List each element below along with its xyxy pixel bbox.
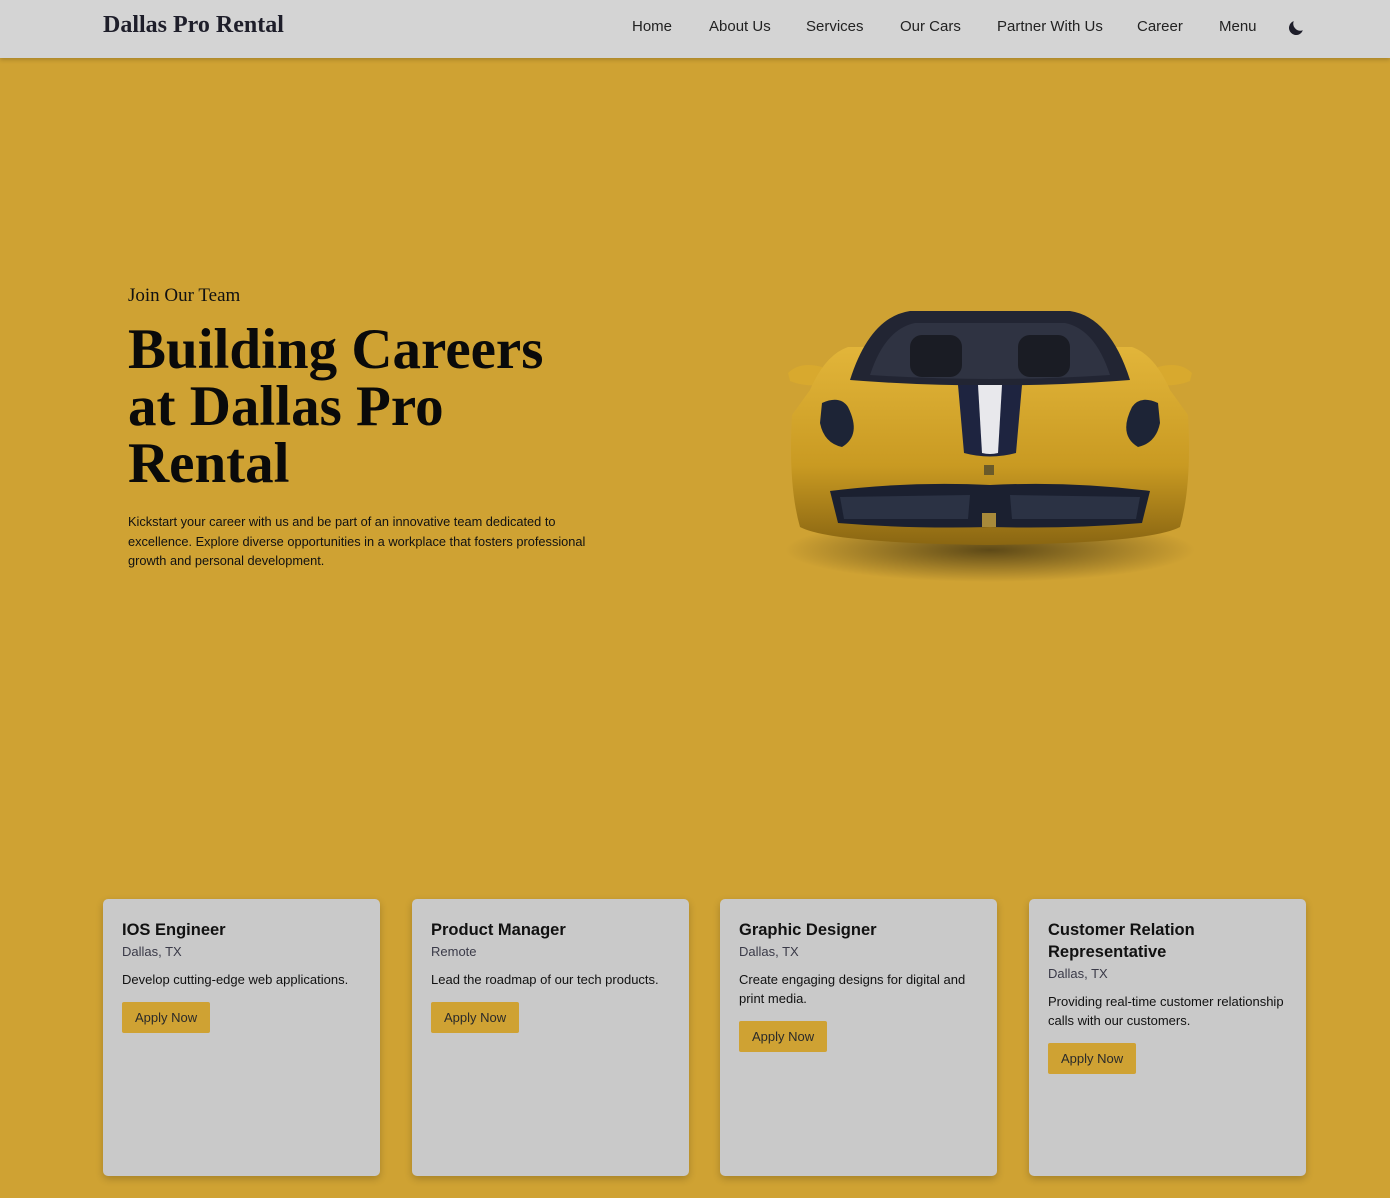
sports-car-image [785,311,1195,582]
nav-link-our-cars[interactable]: Our Cars [900,18,961,35]
apply-now-button[interactable]: Apply Now [739,1021,828,1052]
nav-link-partner-with-us[interactable]: Partner With Us [997,18,1103,35]
job-location: Dallas, TX [122,944,182,959]
job-description: Providing real-time customer relationshi… [1048,994,1284,1028]
job-description: Lead the roadmap of our tech products. [431,972,659,987]
job-title: Customer Relation Representative [1048,921,1195,961]
nav-link-services[interactable]: Services [806,18,864,35]
nav-link-career[interactable]: Career [1137,18,1183,35]
apply-now-button[interactable]: Apply Now [1048,1043,1137,1074]
nav-link-menu[interactable]: Menu [1219,18,1257,35]
nav-link-about-us[interactable]: About Us [709,18,771,35]
hero-title: Building Careers at Dallas Pro Rental [128,318,544,495]
job-location: Dallas, TX [739,944,799,959]
job-location: Remote [431,944,477,959]
hero: Join Our Team Building Careers at Dallas… [128,285,598,571]
job-card: IOS Engineer Dallas, TX Develop cutting-… [103,899,380,1176]
job-card: Graphic Designer Dallas, TX Create engag… [720,899,997,1176]
apply-now-button[interactable]: Apply Now [431,1002,520,1033]
job-title: Product Manager [431,921,566,939]
nav-link-home[interactable]: Home [632,18,672,35]
hero-description: Kickstart your career with us and be par… [128,514,586,568]
job-location: Dallas, TX [1048,966,1108,981]
job-card: Customer Relation Representative Dallas,… [1029,899,1306,1176]
moon-icon[interactable] [1287,18,1306,37]
navbar: Dallas Pro Rental Home About Us Services… [0,0,1390,58]
apply-now-button[interactable]: Apply Now [122,1002,211,1033]
brand-logo[interactable]: Dallas Pro Rental [103,12,284,39]
hero-eyebrow: Join Our Team [128,285,241,306]
job-card: Product Manager Remote Lead the roadmap … [412,899,689,1176]
job-description: Create engaging designs for digital and … [739,972,966,1006]
job-description: Develop cutting-edge web applications. [122,972,349,987]
job-title: IOS Engineer [122,921,226,939]
job-title: Graphic Designer [739,921,877,939]
